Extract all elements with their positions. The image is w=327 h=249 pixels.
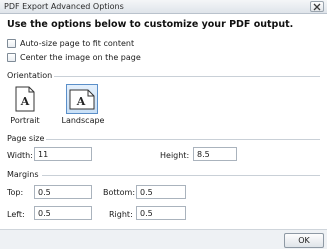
top-margin-label: Top: <box>7 188 24 197</box>
close-button[interactable] <box>310 1 324 12</box>
page-heading: Use the options below to customize your … <box>7 19 294 30</box>
bottom-margin-field[interactable] <box>136 185 186 199</box>
top-margin-field[interactable] <box>34 185 92 199</box>
center-image-label: Center the image on the page <box>20 53 141 62</box>
center-image-option[interactable]: Center the image on the page <box>7 53 141 62</box>
margins-label: Margins <box>7 170 39 179</box>
portrait-glyph: A <box>20 95 30 108</box>
auto-size-checkbox[interactable] <box>7 39 16 48</box>
left-margin-field[interactable] <box>34 206 92 220</box>
orientation-divider <box>54 76 320 77</box>
auto-size-label: Auto-size page to fit content <box>20 39 135 48</box>
height-field[interactable] <box>193 147 237 161</box>
margins-divider <box>42 175 320 176</box>
right-margin-label: Right: <box>109 210 133 219</box>
width-label: Width: <box>7 151 33 160</box>
left-margin-label: Left: <box>7 210 25 219</box>
page-size-divider <box>46 139 320 140</box>
landscape-button[interactable]: A <box>66 84 98 114</box>
portrait-page-icon: A <box>15 86 35 112</box>
landscape-label: Landscape <box>61 116 105 125</box>
center-image-checkbox[interactable] <box>7 53 16 62</box>
portrait-label: Portrait <box>10 116 40 125</box>
right-margin-field[interactable] <box>136 206 186 220</box>
close-icon <box>313 3 321 10</box>
dialog-footer: OK <box>0 229 327 249</box>
landscape-page-icon: A <box>69 89 95 110</box>
portrait-button[interactable]: A <box>9 84 41 114</box>
auto-size-option[interactable]: Auto-size page to fit content <box>7 39 134 48</box>
height-label: Height: <box>160 151 190 160</box>
landscape-glyph: A <box>76 95 86 108</box>
window-title: PDF Export Advanced Options <box>4 2 124 11</box>
title-bar: PDF Export Advanced Options <box>0 0 327 14</box>
orientation-label: Orientation <box>7 71 53 80</box>
ok-button[interactable]: OK <box>284 233 324 248</box>
width-field[interactable] <box>34 147 92 161</box>
bottom-margin-label: Bottom: <box>103 188 136 197</box>
page-size-label: Page size <box>7 134 45 143</box>
